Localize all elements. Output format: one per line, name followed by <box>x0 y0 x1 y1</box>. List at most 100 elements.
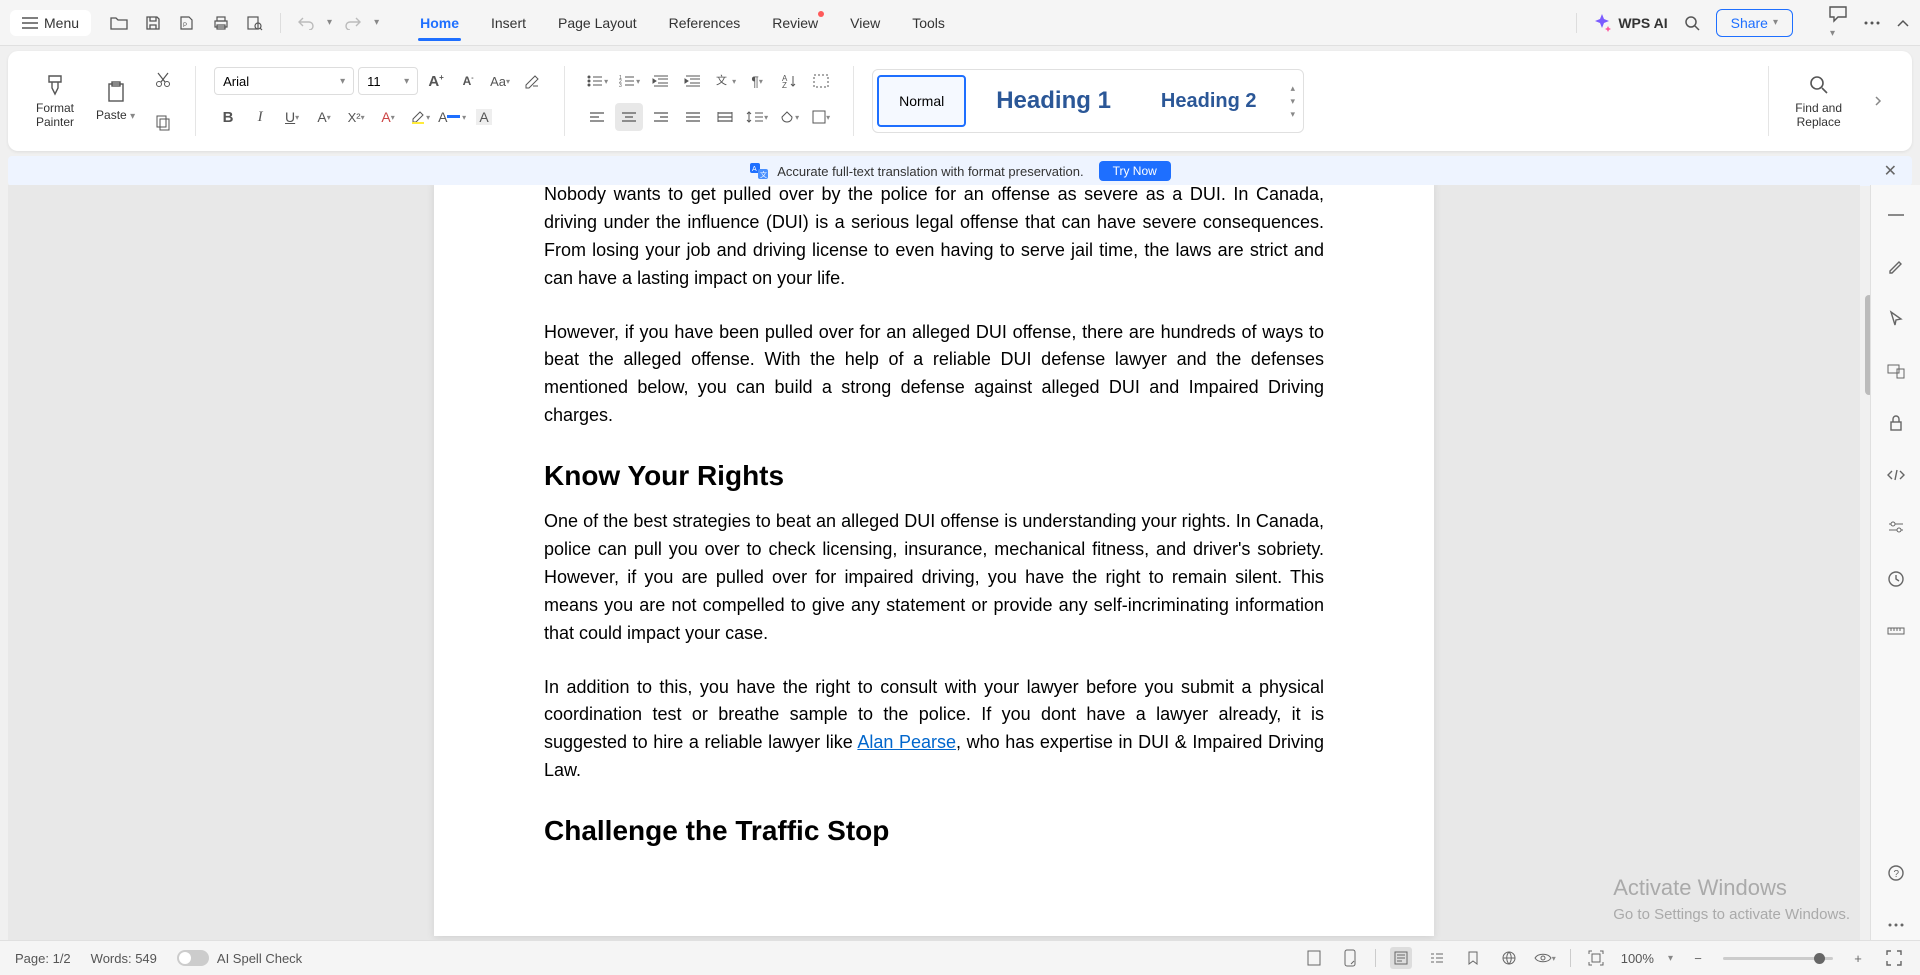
collapse-ribbon-icon[interactable] <box>1896 18 1910 28</box>
outline-view-icon[interactable] <box>1426 947 1448 969</box>
select-all-icon[interactable] <box>807 67 835 95</box>
copy-icon[interactable] <box>149 108 177 136</box>
zoom-in-icon[interactable]: + <box>1847 947 1869 969</box>
zoom-dropdown[interactable]: ▾ <box>1668 953 1673 964</box>
print-preview-icon[interactable] <box>242 10 268 36</box>
wps-ai-button[interactable]: WPS AI <box>1592 13 1667 33</box>
paragraph[interactable]: However, if you have been pulled over fo… <box>544 319 1324 431</box>
link-alan-pearse[interactable]: Alan Pearse <box>857 732 956 752</box>
tab-references[interactable]: References <box>653 5 757 41</box>
styles-scroll[interactable]: ▴▾▾ <box>1287 83 1300 120</box>
find-replace-button[interactable]: Find and Replace <box>1787 69 1850 134</box>
undo-dropdown[interactable]: ▾ <box>327 17 332 28</box>
tab-home[interactable]: Home <box>404 5 475 41</box>
try-now-button[interactable]: Try Now <box>1099 161 1171 181</box>
ruler-icon[interactable] <box>1881 616 1911 646</box>
tab-tools[interactable]: Tools <box>896 5 961 41</box>
show-marks-icon[interactable]: ¶▾ <box>743 67 771 95</box>
tab-page-layout[interactable]: Page Layout <box>542 5 653 41</box>
spell-check-toggle[interactable]: AI Spell Check <box>177 950 302 966</box>
heading[interactable]: Know Your Rights <box>544 460 1324 492</box>
align-right-icon[interactable] <box>647 103 675 131</box>
page-view-icon[interactable] <box>1303 947 1325 969</box>
shading-icon[interactable]: ▾ <box>775 103 803 131</box>
heading[interactable]: Challenge the Traffic Stop <box>544 815 1324 847</box>
export-pdf-icon[interactable]: P <box>174 10 200 36</box>
code-icon[interactable] <box>1881 460 1911 490</box>
fit-page-icon[interactable] <box>1585 947 1607 969</box>
zoom-out-icon[interactable]: − <box>1687 947 1709 969</box>
zoom-level[interactable]: 100% <box>1621 951 1654 966</box>
increase-indent-icon[interactable] <box>679 67 707 95</box>
web-layout-icon[interactable] <box>1498 947 1520 969</box>
fullscreen-icon[interactable] <box>1883 947 1905 969</box>
save-icon[interactable] <box>140 10 166 36</box>
print-layout-icon[interactable] <box>1390 947 1412 969</box>
settings-sliders-icon[interactable] <box>1881 512 1911 542</box>
print-icon[interactable] <box>208 10 234 36</box>
search-icon[interactable] <box>1683 14 1701 32</box>
undo-icon[interactable] <box>293 10 319 36</box>
line-spacing-icon[interactable]: ▾ <box>743 103 771 131</box>
page-indicator[interactable]: Page: 1/2 <box>15 951 71 966</box>
align-left-icon[interactable] <box>583 103 611 131</box>
style-heading2[interactable]: Heading 2 <box>1141 75 1277 127</box>
ribbon-expand-icon[interactable] <box>1864 87 1892 115</box>
text-direction-icon[interactable]: 文▾ <box>711 67 739 95</box>
tab-review[interactable]: Review <box>756 5 834 41</box>
decrease-indent-icon[interactable] <box>647 67 675 95</box>
distributed-icon[interactable] <box>711 103 739 131</box>
style-heading1[interactable]: Heading 1 <box>976 75 1131 127</box>
paste-button[interactable]: Paste ▾ <box>88 76 143 127</box>
menu-button[interactable]: Menu <box>10 10 91 36</box>
borders-icon[interactable]: ▾ <box>807 103 835 131</box>
word-count[interactable]: Words: 549 <box>91 951 157 966</box>
align-center-icon[interactable] <box>615 103 643 131</box>
highlight-button[interactable]: ▾ <box>406 103 434 131</box>
more-tools-icon[interactable] <box>1881 910 1911 940</box>
paragraph[interactable]: One of the best strategies to beat an al… <box>544 508 1324 647</box>
share-button[interactable]: Share▾ <box>1716 9 1793 37</box>
underline-button[interactable]: U▾ <box>278 103 306 131</box>
history-icon[interactable] <box>1881 564 1911 594</box>
edit-icon[interactable] <box>1881 252 1911 282</box>
align-justify-icon[interactable] <box>679 103 707 131</box>
redo-icon[interactable] <box>340 10 366 36</box>
reading-view-icon[interactable] <box>1462 947 1484 969</box>
cursor-icon[interactable] <box>1881 304 1911 334</box>
devices-icon[interactable] <box>1881 356 1911 386</box>
grow-font-icon[interactable]: A+ <box>422 67 450 95</box>
help-icon[interactable]: ? <box>1881 858 1911 888</box>
numbered-list-icon[interactable]: 123▾ <box>615 67 643 95</box>
qat-more[interactable]: ▾ <box>374 17 379 28</box>
paragraph[interactable]: In addition to this, you have the right … <box>544 674 1324 786</box>
change-case-icon[interactable]: Aa▾ <box>486 67 514 95</box>
eye-view-icon[interactable]: ▾ <box>1534 947 1556 969</box>
shrink-font-icon[interactable]: A- <box>454 67 482 95</box>
font-name-select[interactable]: Arial▾ <box>214 67 354 95</box>
comment-icon[interactable]: ▾ <box>1828 5 1848 41</box>
font-size-select[interactable]: 11▾ <box>358 67 418 95</box>
minus-icon[interactable] <box>1881 200 1911 230</box>
tab-insert[interactable]: Insert <box>475 5 542 41</box>
banner-close-icon[interactable]: ✕ <box>1884 161 1897 181</box>
open-icon[interactable] <box>106 10 132 36</box>
sort-icon[interactable]: AZ <box>775 67 803 95</box>
format-painter-button[interactable]: Format Painter <box>28 69 82 134</box>
strikethrough-button[interactable]: A▾ <box>310 103 338 131</box>
bold-button[interactable]: B <box>214 103 242 131</box>
bullet-list-icon[interactable]: ▾ <box>583 67 611 95</box>
clear-formatting-icon[interactable] <box>518 67 546 95</box>
cut-icon[interactable] <box>149 66 177 94</box>
zoom-slider[interactable] <box>1723 957 1833 960</box>
character-shading-button[interactable]: A <box>470 103 498 131</box>
more-icon[interactable] <box>1863 21 1881 25</box>
paragraph[interactable]: Nobody wants to get pulled over by the p… <box>544 185 1324 293</box>
italic-button[interactable]: I <box>246 103 274 131</box>
superscript-button[interactable]: X²▾ <box>342 103 370 131</box>
phone-view-icon[interactable] <box>1339 947 1361 969</box>
font-color-button[interactable]: A▾ <box>438 103 466 131</box>
text-effects-button[interactable]: A▾ <box>374 103 402 131</box>
document-page[interactable]: Nobody wants to get pulled over by the p… <box>434 185 1434 936</box>
style-normal[interactable]: Normal <box>877 75 966 127</box>
